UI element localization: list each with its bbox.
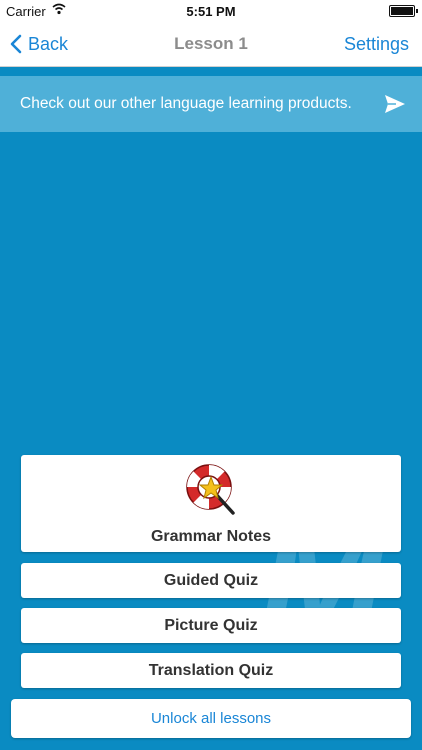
clock: 5:51 PM: [186, 4, 236, 19]
grammar-notes-label: Grammar Notes: [150, 528, 272, 545]
guided-quiz-button[interactable]: Guided Quiz: [21, 563, 401, 598]
picture-quiz-button[interactable]: Picture Quiz: [21, 608, 401, 643]
promo-text: Check out our other language learning pr…: [20, 95, 352, 112]
status-bar: Carrier 5:51 PM: [0, 0, 422, 22]
battery-icon: [389, 5, 418, 17]
unlock-all-lessons-button[interactable]: Unlock all lessons: [11, 699, 411, 738]
navigation-bar: Back Lesson 1 Settings: [0, 22, 422, 67]
paper-plane-icon: [385, 95, 405, 113]
promo-banner[interactable]: Check out our other language learning pr…: [0, 76, 422, 132]
grammar-notes-button[interactable]: Grammar Notes: [21, 455, 401, 552]
settings-button[interactable]: Settings: [344, 22, 409, 66]
lifebuoy-magic-wand-icon: [186, 464, 235, 515]
translation-quiz-button[interactable]: Translation Quiz: [21, 653, 401, 688]
